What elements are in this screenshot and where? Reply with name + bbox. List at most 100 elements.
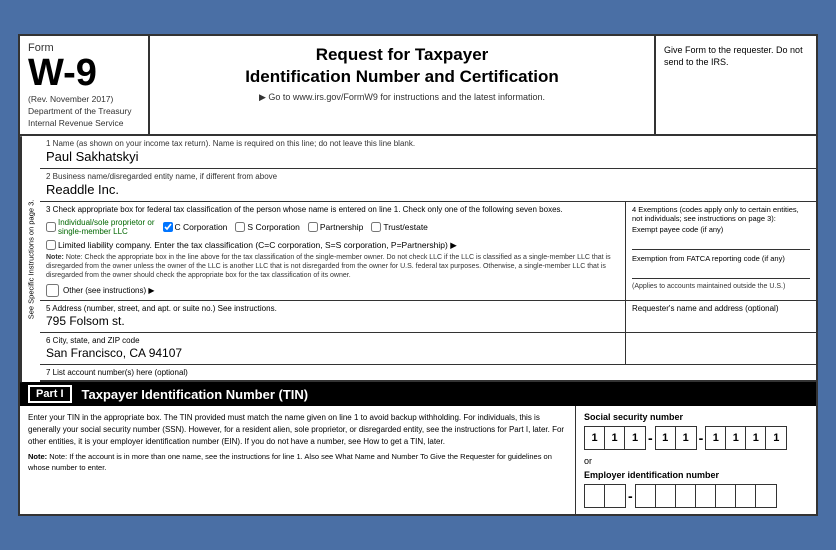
partnership-label: Partnership bbox=[320, 222, 363, 232]
exempt-fatca-line[interactable] bbox=[632, 265, 810, 279]
w9-form: Form W-9 (Rev. November 2017) Department… bbox=[18, 34, 818, 516]
line7-label: 7 List account number(s) here (optional) bbox=[46, 368, 188, 377]
line5-value[interactable]: 795 Folsom st. bbox=[46, 313, 619, 329]
address-section: 5 Address (number, street, and apt. or s… bbox=[40, 301, 816, 333]
trust-checkbox[interactable] bbox=[371, 222, 381, 232]
llc-checkbox-item[interactable]: Limited liability company. Enter the tax… bbox=[46, 240, 619, 251]
side-label: See Specific Instructions on page 3. bbox=[20, 136, 40, 382]
ein-digit-1 bbox=[585, 485, 605, 507]
exemptions-block: 4 Exemptions (codes apply only to certai… bbox=[626, 202, 816, 300]
fatca-note: (Applies to accounts maintained outside … bbox=[632, 283, 810, 290]
partnership-checkbox-item[interactable]: Partnership bbox=[308, 222, 363, 232]
ssn-digit-1: 1 bbox=[585, 427, 605, 449]
form-rev: (Rev. November 2017) bbox=[28, 94, 140, 104]
ssn-group1: 1 1 1 bbox=[584, 426, 646, 450]
c-corp-checkbox[interactable] bbox=[163, 222, 173, 232]
form-id-block: Form W-9 (Rev. November 2017) Department… bbox=[20, 36, 150, 134]
llc-note: Note: Note: Check the appropriate box in… bbox=[46, 253, 619, 280]
line6-field: 6 City, state, and ZIP code San Francisc… bbox=[40, 333, 626, 364]
form-number: W-9 bbox=[28, 54, 140, 92]
line1-field: 1 Name (as shown on your income tax retu… bbox=[40, 136, 816, 169]
line1-value[interactable]: Paul Sakhatskyi bbox=[46, 148, 810, 165]
form-title: Request for Taxpayer Identification Numb… bbox=[160, 44, 644, 88]
ssn-dash-2: - bbox=[699, 430, 704, 446]
s-corp-checkbox[interactable] bbox=[235, 222, 245, 232]
individual-label: Individual/sole proprietor orsingle-memb… bbox=[58, 218, 155, 236]
part1-badge: Part I bbox=[28, 385, 72, 403]
line2-field: 2 Business name/disregarded entity name,… bbox=[40, 169, 816, 202]
ein-dash: - bbox=[628, 488, 633, 504]
llc-checkbox[interactable] bbox=[46, 240, 56, 250]
ein-group2 bbox=[635, 484, 777, 508]
or-text: or bbox=[584, 456, 808, 466]
tax-class-section: 3 Check appropriate box for federal tax … bbox=[40, 202, 816, 301]
ein-digit-2 bbox=[605, 485, 625, 507]
requesters-label: Requester's name and address (optional) bbox=[632, 304, 810, 313]
c-corp-label: C Corporation bbox=[175, 222, 228, 232]
s-corp-label: S Corporation bbox=[247, 222, 299, 232]
form-body: See Specific Instructions on page 3. 1 N… bbox=[20, 136, 816, 382]
ssn-group2: 1 1 bbox=[655, 426, 697, 450]
checkbox-row: Individual/sole proprietor orsingle-memb… bbox=[46, 218, 619, 236]
exempt-fatca-label: Exemption from FATCA reporting code (if … bbox=[632, 254, 810, 263]
line1-label: 1 Name (as shown on your income tax retu… bbox=[46, 139, 810, 148]
ein-group1 bbox=[584, 484, 626, 508]
individual-checkbox[interactable] bbox=[46, 222, 56, 232]
tin-body-text: Enter your TIN in the appropriate box. T… bbox=[28, 412, 567, 448]
line2-value[interactable]: Readdle Inc. bbox=[46, 181, 810, 198]
exemptions-main-label: 4 Exemptions (codes apply only to certai… bbox=[632, 205, 810, 223]
form-irs: Internal Revenue Service bbox=[28, 118, 140, 128]
line3-label: 3 Check appropriate box for federal tax … bbox=[46, 205, 619, 214]
line6-label: 6 City, state, and ZIP code bbox=[46, 336, 619, 345]
ein-digit-5 bbox=[676, 485, 696, 507]
trust-label: Trust/estate bbox=[383, 222, 428, 232]
ein-label: Employer identification number bbox=[584, 470, 808, 480]
requesters-block: Requester's name and address (optional) bbox=[626, 301, 816, 332]
line5-label: 5 Address (number, street, and apt. or s… bbox=[46, 304, 619, 313]
city-zip-section: 6 City, state, and ZIP code San Francisc… bbox=[40, 333, 816, 365]
individual-checkbox-item[interactable]: Individual/sole proprietor orsingle-memb… bbox=[46, 218, 155, 236]
other-checkbox[interactable] bbox=[46, 284, 59, 297]
other-label: Other (see instructions) ▶ bbox=[63, 286, 155, 295]
tin-boxes: Social security number 1 1 1 - 1 1 - 1 1… bbox=[576, 406, 816, 514]
ssn-digit-3: 1 bbox=[625, 427, 645, 449]
ssn-digit-6: 1 bbox=[706, 427, 726, 449]
form-title-block: Request for Taxpayer Identification Numb… bbox=[150, 36, 656, 134]
ssn-digit-7: 1 bbox=[726, 427, 746, 449]
s-corp-checkbox-item[interactable]: S Corporation bbox=[235, 222, 299, 232]
ein-digit-8 bbox=[736, 485, 756, 507]
ssn-group3: 1 1 1 1 bbox=[705, 426, 787, 450]
ssn-dash-1: - bbox=[648, 430, 653, 446]
main-fields: 1 Name (as shown on your income tax retu… bbox=[40, 136, 816, 382]
ssn-digit-9: 1 bbox=[766, 427, 786, 449]
tin-note: Note: Note: If the account is in more th… bbox=[28, 452, 567, 473]
form-goto: ▶ Go to www.irs.gov/FormW9 for instructi… bbox=[160, 92, 644, 103]
partnership-checkbox[interactable] bbox=[308, 222, 318, 232]
tin-instructions: Enter your TIN in the appropriate box. T… bbox=[20, 406, 576, 514]
requesters-address bbox=[626, 333, 816, 364]
ssn-boxes: 1 1 1 - 1 1 - 1 1 1 1 bbox=[584, 426, 808, 450]
ein-boxes: - bbox=[584, 484, 808, 508]
ein-digit-7 bbox=[716, 485, 736, 507]
ein-digit-4 bbox=[656, 485, 676, 507]
exempt-payee-label: Exempt payee code (if any) bbox=[632, 225, 810, 234]
line7-field: 7 List account number(s) here (optional) bbox=[40, 365, 816, 382]
form-header: Form W-9 (Rev. November 2017) Department… bbox=[20, 36, 816, 136]
c-corp-checkbox-item[interactable]: C Corporation bbox=[163, 222, 228, 232]
line6-value[interactable]: San Francisco, CA 94107 bbox=[46, 345, 619, 361]
ssn-digit-8: 1 bbox=[746, 427, 766, 449]
form-department: Department of the Treasury bbox=[28, 106, 140, 116]
ein-digit-3 bbox=[636, 485, 656, 507]
other-row: Other (see instructions) ▶ bbox=[46, 284, 619, 297]
tax-class-left: 3 Check appropriate box for federal tax … bbox=[40, 202, 626, 300]
line2-label: 2 Business name/disregarded entity name,… bbox=[46, 172, 810, 181]
llc-section: Limited liability company. Enter the tax… bbox=[46, 240, 619, 280]
part1-title: Taxpayer Identification Number (TIN) bbox=[82, 387, 309, 402]
exempt-payee-line[interactable] bbox=[632, 236, 810, 250]
ssn-label: Social security number bbox=[584, 412, 808, 422]
trust-checkbox-item[interactable]: Trust/estate bbox=[371, 222, 428, 232]
ein-digit-9 bbox=[756, 485, 776, 507]
part1-header: Part I Taxpayer Identification Number (T… bbox=[20, 382, 816, 406]
ein-digit-6 bbox=[696, 485, 716, 507]
llc-label: Limited liability company. Enter the tax… bbox=[58, 240, 457, 251]
